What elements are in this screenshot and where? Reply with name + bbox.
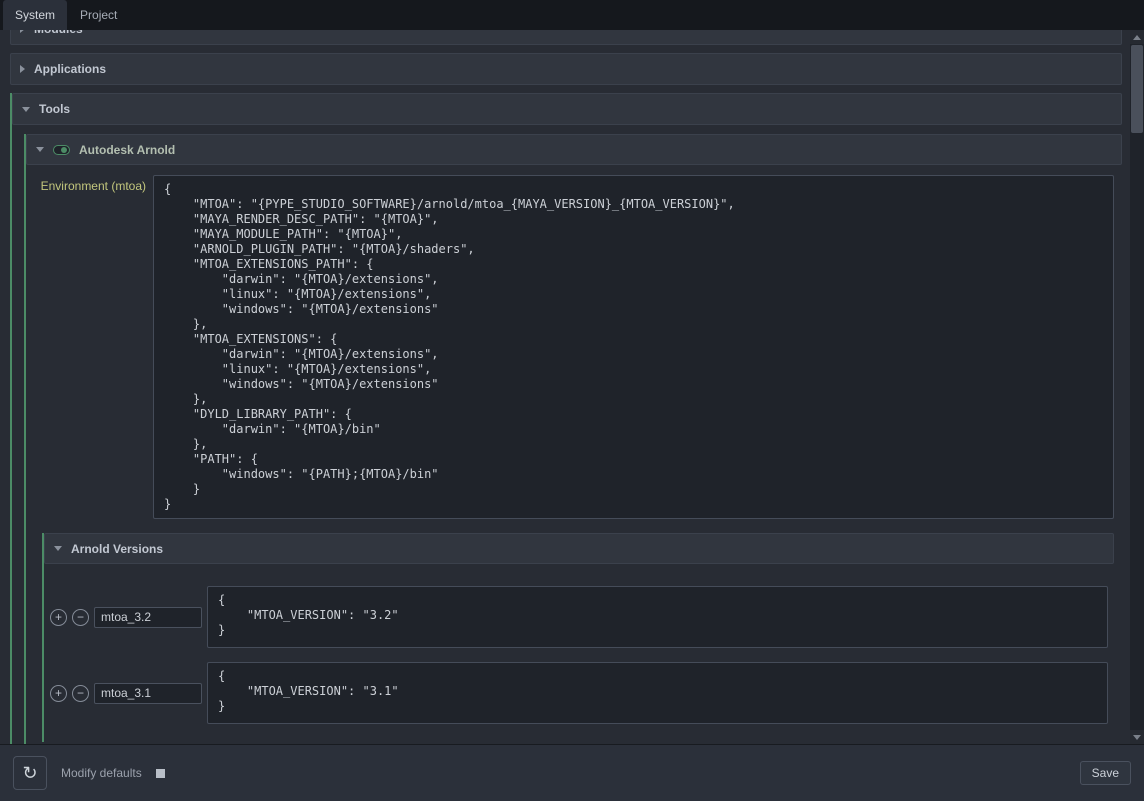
section-tools-header[interactable]: Tools: [12, 93, 1122, 125]
chevron-down-icon: [54, 546, 62, 551]
version-row: + − { "MTOA_VERSION": "3.1" }: [50, 662, 1108, 724]
group-arnold-versions: Arnold Versions + − { "MTOA_VERSION": "3…: [42, 533, 1114, 742]
version-key-input[interactable]: [94, 683, 202, 704]
version-json-editor[interactable]: { "MTOA_VERSION": "3.1" }: [207, 662, 1108, 724]
remove-item-button[interactable]: −: [72, 685, 89, 702]
refresh-button[interactable]: ↻: [13, 756, 47, 790]
tab-project[interactable]: Project: [68, 0, 129, 30]
tab-bar: System Project: [0, 0, 1144, 30]
enabled-toggle-icon[interactable]: [53, 145, 70, 155]
group-autodesk-arnold-body: Environment (mtoa) { "MTOA": "{PYPE_STUD…: [26, 165, 1122, 744]
scrollbar-thumb[interactable]: [1131, 45, 1143, 133]
environment-field-row: Environment (mtoa) { "MTOA": "{PYPE_STUD…: [27, 175, 1114, 519]
chevron-right-icon: [20, 65, 25, 73]
section-applications-header[interactable]: Applications: [10, 53, 1122, 85]
remove-item-button[interactable]: −: [72, 609, 89, 626]
group-arnold-versions-body: + − { "MTOA_VERSION": "3.2" } + −: [44, 564, 1114, 742]
tab-system[interactable]: System: [3, 0, 67, 30]
group-autodesk-arnold-header[interactable]: Autodesk Arnold: [26, 134, 1122, 165]
section-modules: Modules: [10, 30, 1122, 45]
section-tools: Tools Autodesk Arnold Environment (mtoa): [10, 93, 1122, 744]
group-arnold-versions-title: Arnold Versions: [71, 542, 163, 556]
section-applications-title: Applications: [34, 62, 106, 76]
section-tools-title: Tools: [39, 102, 70, 116]
section-applications: Applications: [10, 53, 1122, 85]
settings-window: System Project Modules Applications Tool…: [0, 0, 1144, 801]
chevron-right-icon: [20, 30, 25, 33]
environment-json-editor[interactable]: { "MTOA": "{PYPE_STUDIO_SOFTWARE}/arnold…: [153, 175, 1114, 519]
section-modules-header[interactable]: Modules: [10, 30, 1122, 45]
scroll-up-button[interactable]: [1130, 30, 1144, 44]
vertical-scrollbar[interactable]: [1130, 30, 1144, 744]
save-button[interactable]: Save: [1080, 761, 1131, 785]
group-autodesk-arnold: Autodesk Arnold Environment (mtoa) { "MT…: [24, 134, 1122, 744]
section-tools-body: Autodesk Arnold Environment (mtoa) { "MT…: [12, 125, 1122, 744]
modify-defaults-checkbox[interactable]: [156, 769, 165, 778]
settings-scroll-area: Modules Applications Tools: [0, 30, 1130, 744]
version-json-editor[interactable]: { "MTOA_VERSION": "3.2" }: [207, 586, 1108, 648]
modify-defaults-label: Modify defaults: [61, 766, 142, 780]
add-item-button[interactable]: +: [50, 685, 67, 702]
chevron-down-icon: [22, 107, 30, 112]
refresh-icon: ↻: [22, 764, 37, 782]
section-modules-title: Modules: [34, 30, 83, 36]
environment-field-label: Environment (mtoa): [27, 175, 153, 193]
footer-bar: ↻ Modify defaults Save: [0, 744, 1144, 801]
version-row: + − { "MTOA_VERSION": "3.2" }: [50, 586, 1108, 648]
arrow-down-icon: [1133, 735, 1141, 740]
group-autodesk-arnold-title: Autodesk Arnold: [79, 143, 175, 157]
version-key-input[interactable]: [94, 607, 202, 628]
scroll-down-button[interactable]: [1130, 730, 1144, 744]
group-arnold-versions-header[interactable]: Arnold Versions: [44, 533, 1114, 564]
chevron-down-icon: [36, 147, 44, 152]
add-item-button[interactable]: +: [50, 609, 67, 626]
arrow-up-icon: [1133, 35, 1141, 40]
